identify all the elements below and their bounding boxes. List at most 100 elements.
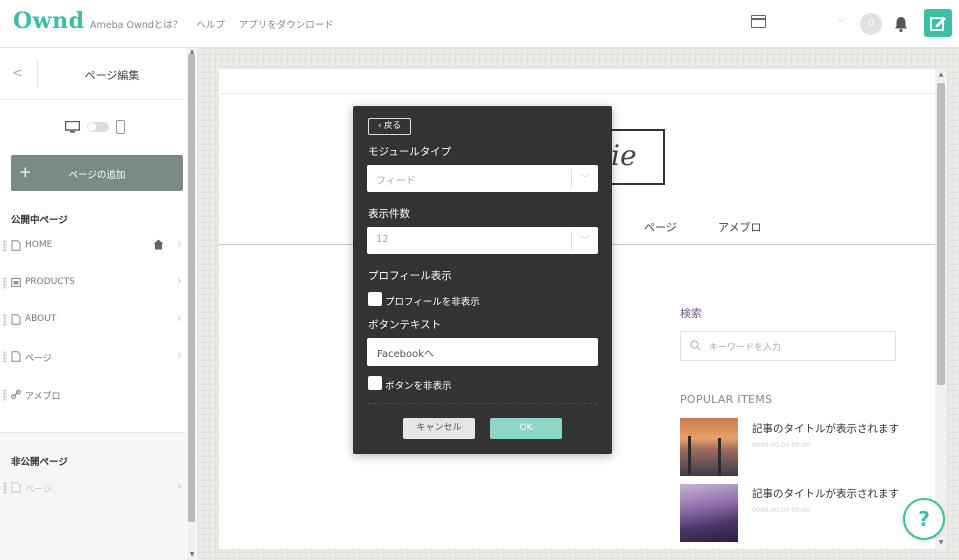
hide-profile-checkbox[interactable] bbox=[368, 292, 382, 306]
ok-button[interactable]: OK bbox=[490, 418, 562, 439]
scroll-down-arrow-icon[interactable]: ▼ bbox=[935, 539, 947, 546]
page-icon bbox=[11, 482, 21, 493]
edit-icon bbox=[930, 17, 946, 31]
site-nav-ameblo[interactable]: アメブロ bbox=[718, 219, 761, 235]
sidebar-item-home[interactable]: HOME › bbox=[0, 231, 186, 263]
sidebar-item-products[interactable]: PRODUCTS › bbox=[0, 268, 186, 300]
drag-handle-icon[interactable] bbox=[3, 240, 7, 252]
private-section: 非公開ページ ページ › bbox=[0, 432, 186, 560]
desktop-icon[interactable] bbox=[65, 121, 80, 133]
sidebar-item-label: アメブロ bbox=[25, 392, 61, 402]
sidebar-item-ameblo[interactable]: アメブロ bbox=[0, 380, 186, 412]
site-nav-page[interactable]: ページ bbox=[644, 219, 677, 235]
search-placeholder: キーワードを入力 bbox=[709, 343, 782, 353]
ownd-logo[interactable]: Ownd bbox=[13, 8, 84, 34]
link-icon bbox=[11, 389, 21, 400]
divider bbox=[571, 169, 572, 188]
add-page-label: ページの追加 bbox=[68, 170, 126, 181]
drag-handle-icon[interactable] bbox=[3, 314, 7, 326]
sidebar-scrollbar-thumb[interactable] bbox=[188, 54, 195, 522]
scroll-down-arrow-icon[interactable]: ▼ bbox=[188, 551, 196, 558]
chevron-left-icon: ‹ bbox=[377, 121, 382, 131]
drag-handle-icon[interactable] bbox=[3, 277, 7, 289]
display-count-value: 12 bbox=[376, 234, 389, 245]
drag-handle-icon[interactable] bbox=[3, 482, 7, 494]
module-type-value: フィード bbox=[376, 176, 416, 187]
hide-button-label[interactable]: ボタンを非表示 bbox=[385, 378, 452, 392]
page-icon bbox=[11, 314, 21, 325]
preview-scrollbar-track[interactable]: ▲ ▼ bbox=[935, 69, 947, 549]
link-about-ownd[interactable]: Ameba Owndとは？ bbox=[90, 17, 182, 31]
add-page-button[interactable]: + ページの追加 bbox=[11, 155, 183, 191]
device-toggle[interactable] bbox=[87, 122, 109, 132]
button-text-label: ボタンテキスト bbox=[368, 319, 442, 331]
link-download-app[interactable]: アプリをダウンロード bbox=[239, 17, 334, 31]
popular-items-heading: POPULAR ITEMS bbox=[680, 393, 773, 406]
chevron-down-icon[interactable]: ⌵ bbox=[838, 15, 845, 25]
avatar[interactable]: 0 bbox=[860, 13, 882, 35]
sidebar-item-label: HOME bbox=[25, 240, 53, 250]
article-title[interactable]: 記事のタイトルが表示されます bbox=[752, 421, 899, 436]
private-pages-label: 非公開ページ bbox=[11, 457, 68, 468]
sidebar-item-label: ページ bbox=[25, 354, 52, 364]
edit-button[interactable] bbox=[924, 9, 952, 37]
display-count-label: 表示件数 bbox=[368, 208, 410, 220]
chevron-down-icon: ﹀ bbox=[580, 236, 590, 247]
article-thumbnail[interactable] bbox=[680, 484, 738, 542]
display-count-select[interactable]: 12 ﹀ bbox=[367, 227, 598, 254]
gallery-icon bbox=[11, 278, 21, 287]
chevron-right-icon: › bbox=[176, 311, 182, 326]
top-bar: Ownd Ameba Owndとは？ ヘルプ アプリをダウンロード ⌵ 0 bbox=[0, 0, 959, 48]
drag-handle-icon[interactable] bbox=[3, 389, 7, 401]
sidebar-item-private-page[interactable]: ページ › bbox=[0, 473, 186, 505]
article-date: 0000.00.00 00:00 bbox=[752, 441, 811, 449]
chevron-right-icon: › bbox=[176, 479, 182, 494]
module-type-select[interactable]: フィード ﹀ bbox=[367, 165, 598, 192]
sidebar-title: ページ編集 bbox=[84, 69, 140, 82]
hide-profile-label[interactable]: プロフィールを非表示 bbox=[385, 294, 480, 308]
public-pages-label: 公開中ページ bbox=[11, 215, 68, 226]
page-icon bbox=[11, 351, 21, 362]
sidebar: < ページ編集 + ページの追加 公開中ページ HOME › PRODUCTS … bbox=[0, 48, 196, 560]
module-type-label: モジュールタイプ bbox=[368, 146, 452, 158]
site-logo: ie bbox=[611, 139, 637, 172]
home-icon bbox=[153, 239, 164, 250]
button-text-input[interactable] bbox=[367, 338, 598, 366]
sidebar-item-label: ページ bbox=[25, 485, 52, 495]
article-date: 0000.00.00 00:00 bbox=[752, 506, 811, 514]
chevron-right-icon: › bbox=[176, 274, 182, 289]
back-button[interactable]: ‹ 戻る bbox=[368, 118, 411, 135]
sidebar-item-label: ABOUT bbox=[25, 314, 57, 324]
article-title[interactable]: 記事のタイトルが表示されます bbox=[752, 486, 899, 501]
scroll-up-arrow-icon[interactable]: ▲ bbox=[935, 71, 947, 78]
preview-scrollbar-thumb[interactable] bbox=[937, 83, 945, 385]
sidebar-item-label: PRODUCTS bbox=[25, 277, 75, 287]
help-button[interactable]: ? bbox=[903, 498, 945, 540]
chevron-right-icon: › bbox=[176, 237, 182, 252]
divider bbox=[571, 231, 572, 250]
page-icon bbox=[11, 240, 21, 251]
back-label: 戻る bbox=[384, 121, 402, 131]
sidebar-item-page[interactable]: ページ › bbox=[0, 342, 186, 374]
sidebar-header: < ページ編集 bbox=[0, 48, 186, 100]
preview-window-icon[interactable] bbox=[751, 15, 766, 28]
article-thumbnail[interactable] bbox=[680, 418, 738, 476]
search-heading: 検索 bbox=[680, 307, 702, 320]
bell-icon[interactable] bbox=[892, 15, 910, 33]
chevron-left-icon[interactable]: < bbox=[12, 66, 23, 81]
chevron-down-icon: ﹀ bbox=[580, 174, 590, 185]
smartphone-icon[interactable] bbox=[116, 120, 125, 134]
chevron-right-icon: › bbox=[176, 348, 182, 363]
sidebar-item-about[interactable]: ABOUT › bbox=[0, 305, 186, 337]
drag-handle-icon[interactable] bbox=[3, 351, 7, 363]
plus-icon: + bbox=[19, 163, 32, 181]
scroll-up-arrow-icon[interactable]: ▲ bbox=[188, 48, 196, 55]
device-switch bbox=[65, 120, 125, 134]
hide-button-checkbox[interactable] bbox=[368, 376, 382, 390]
divider bbox=[368, 403, 597, 404]
divider bbox=[219, 93, 935, 94]
cancel-button[interactable]: キャンセル bbox=[403, 418, 475, 439]
search-icon bbox=[690, 340, 701, 351]
link-help[interactable]: ヘルプ bbox=[196, 17, 225, 31]
search-input[interactable]: キーワードを入力 bbox=[680, 331, 896, 361]
